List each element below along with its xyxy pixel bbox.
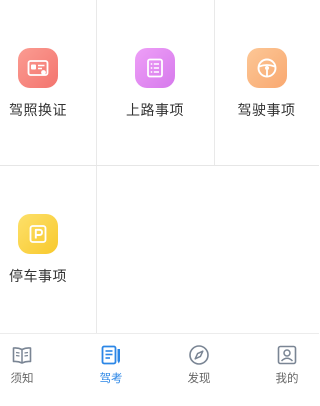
- tab-discover[interactable]: 发现: [169, 334, 229, 394]
- parking-sign-icon: [18, 214, 58, 254]
- steering-wheel-icon: [246, 48, 287, 88]
- tab-label: 我的: [275, 371, 299, 385]
- grid-item-license-renewal[interactable]: 驾照换证: [0, 0, 76, 165]
- tab-label: 须知: [10, 371, 34, 385]
- grid-item-label: 停车事项: [9, 269, 67, 285]
- tab-exam[interactable]: 驾考: [81, 334, 141, 394]
- grid-item-driving-matters[interactable]: 驾驶事项: [214, 0, 319, 165]
- bottom-tab-bar: 须知 驾考 发现 我的: [0, 333, 319, 406]
- tab-notice[interactable]: 须知: [0, 334, 52, 394]
- feature-grid: 驾照换证 上路事项 驾驶事项 停车事项: [0, 0, 319, 333]
- compass-icon: [189, 345, 209, 365]
- grid-item-parking-matters[interactable]: 停车事项: [0, 166, 76, 333]
- document-list-icon: [135, 48, 175, 88]
- license-card-icon: [18, 48, 58, 88]
- open-book-icon: [12, 347, 32, 364]
- grid-item-label: 驾驶事项: [237, 103, 296, 119]
- grid-item-road-matters[interactable]: 上路事项: [96, 0, 214, 165]
- grid-item-label: 驾照换证: [9, 103, 67, 119]
- exam-note-icon: [101, 345, 120, 365]
- profile-icon: [277, 345, 297, 365]
- tab-label: 发现: [187, 371, 211, 385]
- tab-label: 驾考: [99, 371, 123, 385]
- grid-item-label: 上路事项: [126, 103, 184, 119]
- tab-profile[interactable]: 我的: [257, 334, 317, 394]
